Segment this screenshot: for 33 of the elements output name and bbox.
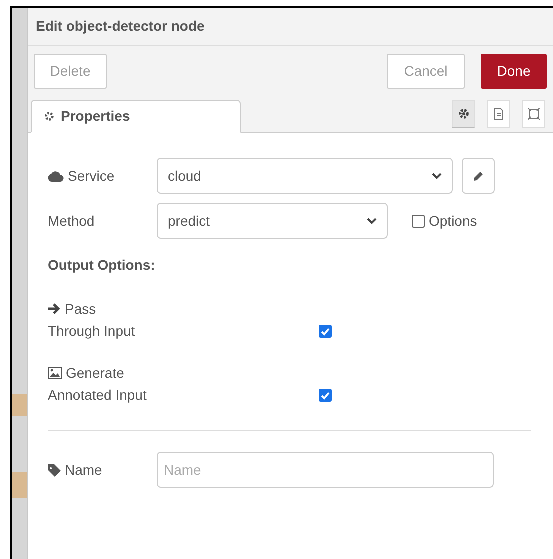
chevron-down-icon — [367, 218, 377, 224]
option-label: Annotated Input — [48, 387, 147, 403]
dialog-title: Edit object-detector node — [36, 17, 205, 36]
option-label: Through Input — [48, 323, 136, 339]
gear-icon — [44, 111, 55, 122]
option-label: Pass — [65, 300, 96, 319]
checkbox[interactable] — [319, 389, 332, 402]
edit-button[interactable] — [462, 158, 495, 194]
service-select[interactable]: cloud — [157, 158, 453, 194]
frame-icon — [528, 108, 540, 120]
pencil-icon — [473, 170, 484, 182]
gear-icon — [458, 108, 470, 120]
image-icon — [48, 367, 62, 379]
tag-icon — [48, 464, 61, 476]
cloud-icon — [48, 170, 64, 182]
frame-tab[interactable] — [522, 100, 545, 128]
done-button[interactable]: Done — [481, 54, 547, 88]
field-label: Service — [68, 166, 115, 186]
name-field[interactable]: Name — [157, 452, 494, 488]
tab[interactable]: Properties — [31, 100, 241, 133]
checkbox[interactable] — [319, 325, 332, 338]
options-label: Options — [429, 212, 478, 231]
options-checkbox[interactable] — [412, 214, 425, 228]
field-label: Name — [65, 460, 102, 480]
document-tab[interactable] — [487, 100, 510, 128]
option-label: Generate — [66, 364, 124, 383]
section-heading: Output Options: — [48, 256, 156, 275]
method-select[interactable]: predict — [157, 203, 388, 239]
arrow-right-icon — [48, 303, 61, 315]
document-icon — [492, 108, 504, 120]
chevron-down-icon — [432, 172, 442, 180]
gear-tab[interactable] — [452, 100, 475, 128]
field-label: Method — [48, 212, 96, 230]
